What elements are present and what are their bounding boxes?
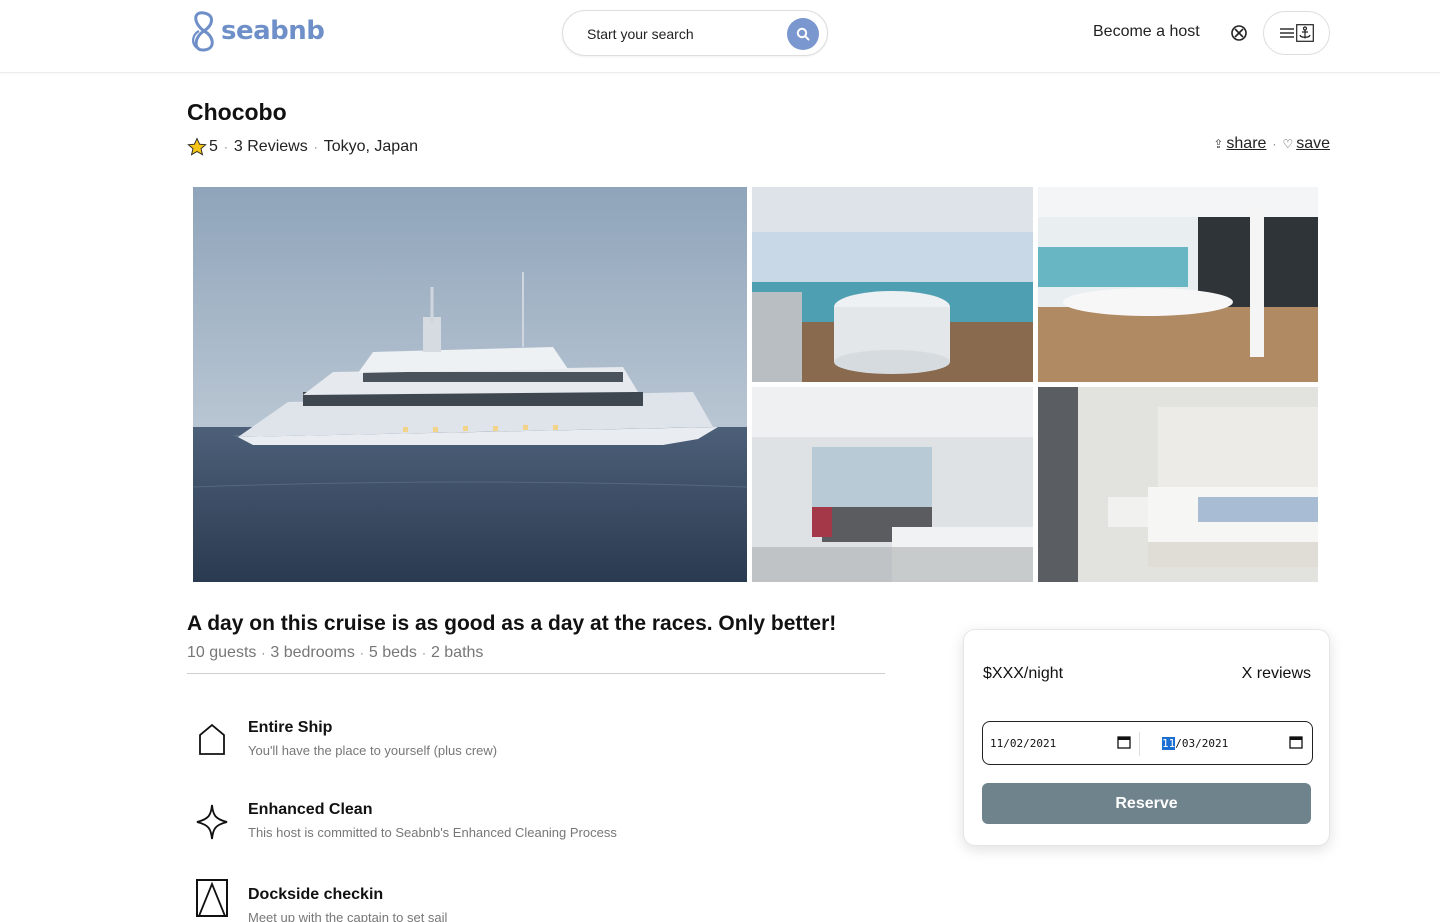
share-link[interactable]: share <box>1226 135 1266 153</box>
feature-title: Entire Ship <box>248 719 333 736</box>
divider <box>187 673 885 674</box>
heart-icon: ♡ <box>1282 137 1294 151</box>
feature-title: Enhanced Clean <box>248 801 373 818</box>
listing-title: Chocobo <box>187 99 287 125</box>
feature-description: Meet up with the captain to set sail <box>248 910 448 922</box>
separator-dot: · <box>421 646 426 660</box>
calendar-icon[interactable] <box>1117 735 1131 749</box>
photo-salon[interactable] <box>752 387 1033 582</box>
checkin-month[interactable]: 11 <box>990 737 1003 750</box>
reviews-link[interactable]: 3 Reviews <box>234 138 308 156</box>
star-icon <box>187 137 207 156</box>
fact-beds: 5 beds <box>368 644 417 661</box>
menu-icon <box>1279 28 1294 38</box>
listing-headline: A day on this cruise is as good as a day… <box>187 612 837 635</box>
sparkle-icon <box>196 804 228 840</box>
reserve-button[interactable]: Reserve <box>982 783 1311 824</box>
photo-dining-deck[interactable] <box>1038 187 1318 382</box>
date-separator <box>1139 732 1140 756</box>
rating-value: 5 <box>209 138 218 155</box>
date-range: 11/02/2021 11/03/2021 <box>982 721 1313 765</box>
price-per-night: $XXX/night <box>983 665 1064 682</box>
search-icon <box>796 27 810 41</box>
feature-entire-ship: Entire Ship You'll have the place to you… <box>187 719 787 769</box>
checkin-year[interactable]: 2021 <box>1030 737 1057 750</box>
feature-title: Dockside checkin <box>248 886 384 903</box>
save-link[interactable]: save <box>1296 135 1330 153</box>
checkout-year[interactable]: 2021 <box>1202 737 1229 750</box>
checkout-month[interactable]: 11 <box>1162 736 1176 750</box>
photo-deck-jacuzzi[interactable] <box>752 187 1033 382</box>
fact-bedrooms: 3 bedrooms <box>270 644 355 661</box>
location-link[interactable]: Tokyo, Japan <box>324 138 418 156</box>
separator-dot: · <box>313 140 318 154</box>
separator-dot: · <box>359 646 364 660</box>
logo-text: seabnb <box>221 16 325 46</box>
booking-card: $XXX/night X reviews 11/02/2021 11/03/20… <box>963 629 1330 846</box>
logo[interactable]: seabnb <box>187 9 325 53</box>
feature-description: This host is committed to Seabnb's Enhan… <box>248 825 617 840</box>
globe-icon[interactable] <box>1230 24 1248 42</box>
feature-enhanced-clean: Enhanced Clean This host is committed to… <box>187 801 787 851</box>
photo-bedroom[interactable] <box>1038 387 1318 582</box>
listing-meta: 5 · 3 Reviews · Tokyo, Japan <box>187 137 418 157</box>
top-nav: seabnb Start your search Become a host <box>0 0 1440 73</box>
checkin-day[interactable]: 02 <box>1010 737 1023 750</box>
search-bar[interactable]: Start your search <box>562 10 828 56</box>
photo-main-yacht[interactable] <box>193 187 747 582</box>
card-reviews-count[interactable]: X reviews <box>1242 665 1311 683</box>
door-icon <box>196 879 228 917</box>
anchor-icon <box>1295 24 1314 42</box>
separator-dot: · <box>223 140 228 154</box>
separator-dot: · <box>261 646 266 660</box>
search-button[interactable] <box>787 18 819 50</box>
logo-mark-icon <box>192 11 214 52</box>
user-menu-button[interactable] <box>1263 11 1330 55</box>
feature-dockside-checkin: Dockside checkin Meet up with the captai… <box>187 879 787 922</box>
fact-baths: 2 baths <box>430 644 484 661</box>
checkout-day[interactable]: 03 <box>1182 737 1195 750</box>
checkout-date-input[interactable]: 11/03/2021 <box>1155 722 1311 764</box>
house-icon <box>199 723 225 755</box>
feature-description: You'll have the place to yourself (plus … <box>248 743 498 758</box>
checkin-date-input[interactable]: 11/02/2021 <box>983 722 1139 764</box>
share-icon: ⇪ <box>1213 137 1224 151</box>
calendar-icon[interactable] <box>1289 735 1303 749</box>
search-placeholder[interactable]: Start your search <box>587 26 694 42</box>
listing-actions: ⇪ share · ♡ save <box>1213 135 1330 153</box>
become-host-link[interactable]: Become a host <box>1093 23 1200 41</box>
listing-facts: 10 guests · 3 bedrooms · 5 beds · 2 baths <box>187 644 483 662</box>
fact-guests: 10 guests <box>187 644 257 661</box>
separator-dot: · <box>1272 137 1277 151</box>
